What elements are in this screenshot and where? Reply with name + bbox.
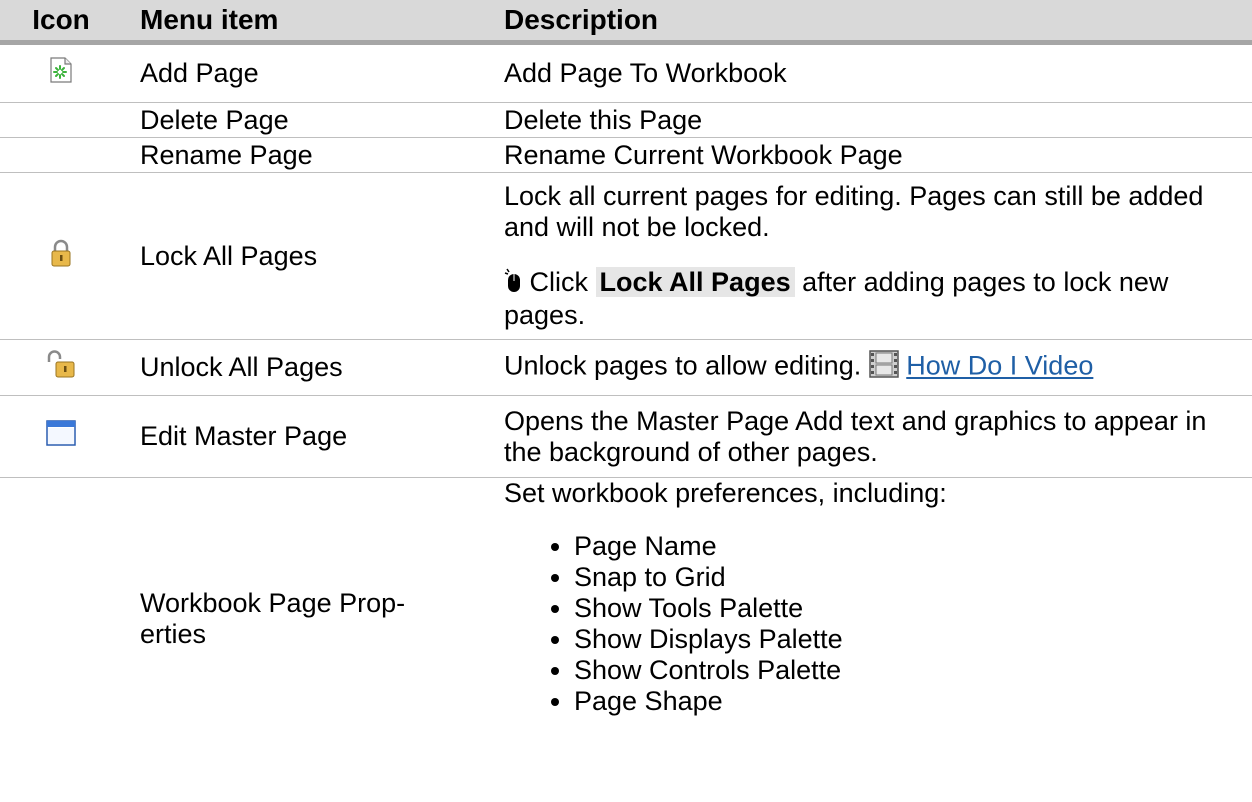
film-icon bbox=[868, 350, 899, 385]
menu-item-workbook-page-properties: Workbook Page Prop- erties bbox=[140, 588, 406, 650]
properties-intro-text: Set workbook preferences, including: bbox=[504, 478, 947, 508]
description-add-page: Add Page To Workbook bbox=[498, 42, 1252, 103]
list-item: Show Displays Palette bbox=[574, 624, 1238, 655]
description-edit-master-page: Opens the Master Page Add text and graph… bbox=[498, 395, 1252, 478]
header-menu-item: Menu item bbox=[122, 0, 498, 45]
list-item: Snap to Grid bbox=[574, 562, 1238, 593]
tip-bold-label: Lock All Pages bbox=[595, 266, 795, 297]
icon-cell bbox=[0, 339, 122, 396]
add-page-icon bbox=[49, 57, 73, 90]
lock-description-text: Lock all current pages for editing. Page… bbox=[504, 180, 1204, 242]
icon-cell bbox=[0, 102, 122, 138]
icon-cell bbox=[0, 137, 122, 173]
header-row: Icon Menu item Description bbox=[0, 0, 1252, 45]
table-row: Lock All Pages Lock all current pages fo… bbox=[0, 172, 1252, 340]
menu-item-lock-all-pages: Lock All Pages bbox=[122, 172, 498, 340]
menu-items-table: Icon Menu item Description Add Page Add … bbox=[0, 0, 1252, 761]
menu-item-rename-page: Rename Page bbox=[122, 137, 498, 173]
description-workbook-page-properties: Set workbook preferences, including: Pag… bbox=[498, 478, 1252, 761]
list-item: Show Controls Palette bbox=[574, 655, 1238, 686]
table-row: Workbook Page Prop- erties Set workbook … bbox=[0, 478, 1252, 761]
menu-item-delete-page: Delete Page bbox=[122, 102, 498, 138]
icon-cell bbox=[0, 395, 122, 478]
preferences-list: Page Name Snap to Grid Show Tools Palett… bbox=[504, 531, 1238, 717]
table-row: Rename Page Rename Current Workbook Page bbox=[0, 137, 1252, 173]
description-delete-page: Delete this Page bbox=[498, 102, 1252, 138]
lock-icon bbox=[50, 239, 72, 274]
tip-prefix: Click bbox=[529, 266, 589, 297]
table-row: Delete Page Delete this Page bbox=[0, 102, 1252, 138]
lock-tip-note: Click Lock All Pages after adding pages … bbox=[504, 266, 1238, 331]
unlock-icon bbox=[46, 350, 76, 385]
how-do-i-video-link[interactable]: How Do I Video bbox=[906, 351, 1093, 381]
header-icon: Icon bbox=[0, 0, 122, 45]
icon-cell bbox=[0, 172, 122, 340]
menu-item-edit-master-page: Edit Master Page bbox=[122, 395, 498, 478]
menu-item-unlock-all-pages: Unlock All Pages bbox=[122, 339, 498, 396]
table-row: Unlock All Pages Unlock pages to allow e… bbox=[0, 339, 1252, 396]
table-row: Add Page Add Page To Workbook bbox=[0, 42, 1252, 103]
table-row: Edit Master Page Opens the Master Page A… bbox=[0, 395, 1252, 478]
menu-item-add-page: Add Page bbox=[122, 42, 498, 103]
list-item: Page Name bbox=[574, 531, 1238, 562]
icon-cell bbox=[0, 478, 122, 761]
description-unlock-all-pages: Unlock pages to allow editing. How Do I … bbox=[498, 339, 1252, 396]
description-rename-page: Rename Current Workbook Page bbox=[498, 137, 1252, 173]
mouse-icon bbox=[504, 267, 522, 300]
header-description: Description bbox=[498, 0, 1252, 45]
list-item: Page Shape bbox=[574, 686, 1238, 717]
icon-cell bbox=[0, 42, 122, 103]
unlock-description-text: Unlock pages to allow editing. bbox=[504, 350, 862, 381]
master-page-icon bbox=[46, 420, 76, 453]
description-lock-all-pages: Lock all current pages for editing. Page… bbox=[498, 172, 1252, 340]
list-item: Show Tools Palette bbox=[574, 593, 1238, 624]
